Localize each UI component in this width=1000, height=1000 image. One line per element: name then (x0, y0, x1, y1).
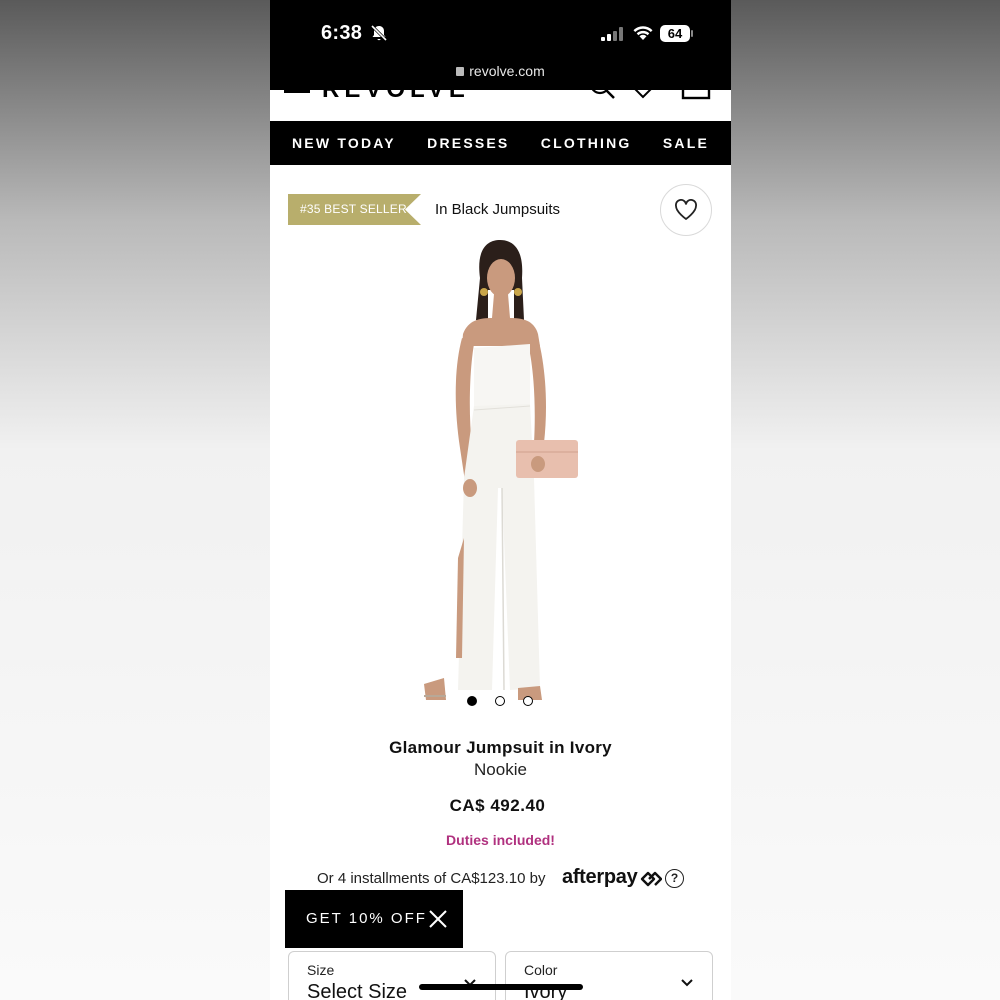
afterpay-help-icon[interactable]: ? (665, 869, 684, 888)
lock-icon (456, 67, 465, 76)
nav-new-today[interactable]: NEW TODAY (292, 135, 396, 151)
home-indicator[interactable] (419, 984, 583, 990)
duties-note: Duties included! (446, 832, 555, 848)
size-select-value: Select Size (307, 981, 408, 1000)
afterpay-logo: afterpay (562, 866, 638, 888)
add-to-wishlist-button[interactable] (660, 184, 712, 236)
heart-outline-icon (675, 199, 697, 220)
nav-sale[interactable]: SALE (663, 135, 709, 151)
afterpay-arrows-icon (640, 871, 662, 887)
nav-dresses[interactable]: DRESSES (427, 135, 509, 151)
carousel-dot-2[interactable] (495, 696, 505, 706)
best-seller-category[interactable]: In Black Jumpsuits (435, 201, 560, 218)
battery-tip (691, 30, 693, 37)
size-select-label: Size (307, 962, 335, 978)
product-name: Glamour Jumpsuit in Ivory (389, 738, 612, 757)
site-logo[interactable]: REVOLVE (322, 90, 470, 104)
battery-indicator: 64 (660, 25, 690, 42)
product-image[interactable] (418, 238, 583, 710)
close-icon[interactable] (428, 909, 448, 929)
bell-muted-icon (370, 24, 388, 42)
nav-clothing[interactable]: CLOTHING (541, 135, 632, 151)
cellular-signal-icon (601, 27, 623, 41)
installments-text: Or 4 installments of CA$123.10 by (317, 870, 546, 887)
hamburger-menu-icon[interactable] (284, 90, 310, 93)
size-select[interactable]: Size Select Size (288, 951, 496, 1000)
category-nav: NEW TODAY DRESSES CLOTHING SALE (270, 121, 731, 165)
color-select[interactable]: Color Ivory (505, 951, 713, 1000)
shopping-bag-icon[interactable] (680, 90, 712, 100)
color-select-label: Color (524, 962, 558, 978)
product-brand[interactable]: Nookie (270, 760, 731, 780)
search-icon[interactable] (588, 90, 618, 100)
discount-promo-button[interactable]: GET 10% OFF (285, 890, 463, 948)
product-price: CA$ 492.40 (449, 796, 546, 815)
promo-label: GET 10% OFF (306, 910, 427, 927)
image-carousel-dots (467, 696, 533, 706)
carousel-dot-3[interactable] (523, 696, 533, 706)
phone-screen: 6:38 64 revolve.com REVOLVE (270, 0, 731, 1000)
site-header: REVOLVE (270, 90, 731, 121)
carousel-dot-1[interactable] (467, 696, 477, 706)
url-text: revolve.com (469, 63, 545, 79)
status-time: 6:38 (321, 22, 363, 44)
url-bar[interactable]: revolve.com (270, 63, 731, 79)
chevron-down-icon (681, 979, 693, 987)
status-bar: 6:38 64 revolve.com (270, 0, 731, 90)
wifi-icon (633, 26, 653, 40)
best-seller-badge: #35 BEST SELLER (288, 194, 421, 225)
heart-icon[interactable] (630, 90, 656, 100)
